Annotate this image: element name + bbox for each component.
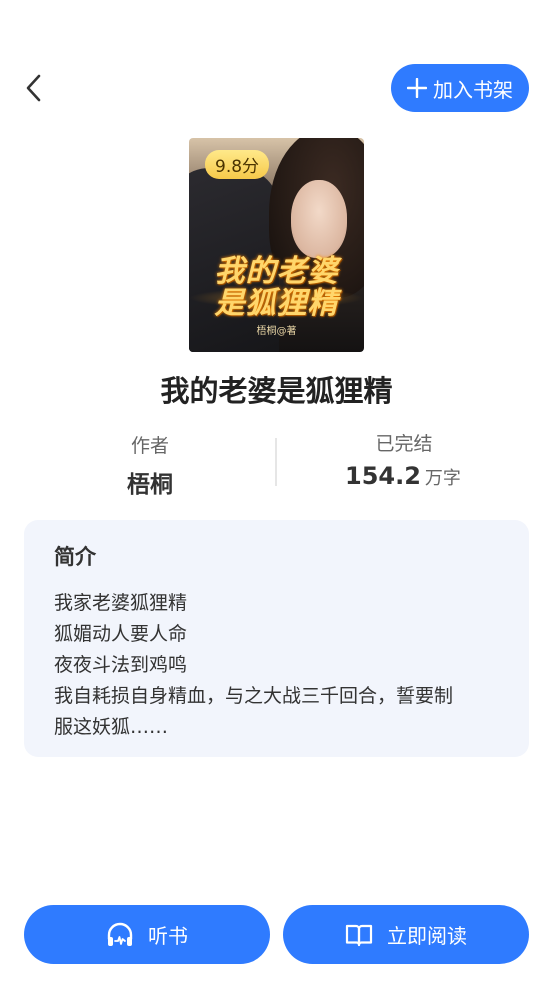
- intro-text: 我家老婆狐狸精 狐媚动人要人命 夜夜斗法到鸡鸣 我自耗损自身精血，与之大战三千回…: [54, 588, 504, 743]
- intro-line: 我自耗损自身精血，与之大战三千回合，誓要制: [54, 685, 454, 707]
- cover-art-face: [291, 180, 347, 258]
- word-count-value: 154.2: [345, 462, 421, 490]
- listen-button[interactable]: 听书: [24, 905, 270, 964]
- author-label: 作者: [130, 435, 169, 457]
- cover-author-credit: 梧桐@著: [256, 326, 297, 337]
- cover-title-line-1: 我的老婆: [214, 254, 339, 289]
- back-button[interactable]: [16, 68, 52, 108]
- book-detail-page: 加入书架 9.8分 我的老婆 是狐狸精 梧桐@著 我的老婆是狐狸精 作者 梧桐 …: [0, 0, 553, 983]
- author-name[interactable]: 梧桐: [98, 465, 202, 499]
- intro-line: 狐媚动人要人命: [54, 623, 188, 645]
- intro-line: 夜夜斗法到鸡鸣: [54, 654, 188, 676]
- word-count-unit: 万字: [424, 468, 461, 489]
- status-label: 已完结: [375, 433, 433, 455]
- cover-title-line-2: 是狐狸精: [214, 286, 339, 321]
- intro-line: 我家老婆狐狸精: [54, 592, 188, 614]
- listen-label: 听书: [148, 924, 188, 948]
- read-now-label: 立即阅读: [387, 924, 467, 948]
- headphones-icon: [107, 922, 133, 946]
- plus-icon: [407, 78, 427, 98]
- read-now-button[interactable]: 立即阅读: [283, 905, 529, 964]
- book-title: 我的老婆是狐狸精: [160, 374, 393, 408]
- meta-divider: [275, 438, 277, 486]
- intro-card: 简介 我家老婆狐狸精 狐媚动人要人命 夜夜斗法到鸡鸣 我自耗损自身精血，与之大战…: [24, 520, 529, 757]
- chevron-left-icon: [26, 74, 41, 102]
- add-to-shelf-label: 加入书架: [433, 77, 513, 102]
- book-cover[interactable]: 9.8分 我的老婆 是狐狸精 梧桐@著: [189, 138, 364, 352]
- cover-title: 我的老婆 是狐狸精: [189, 256, 364, 320]
- rating-badge: 9.8分: [205, 150, 270, 179]
- intro-line: 服这妖狐……: [54, 716, 169, 738]
- open-book-icon: [345, 924, 373, 946]
- word-count: 154.2 万字: [345, 462, 461, 490]
- intro-heading: 简介: [54, 545, 96, 569]
- add-to-shelf-button[interactable]: 加入书架: [391, 64, 529, 112]
